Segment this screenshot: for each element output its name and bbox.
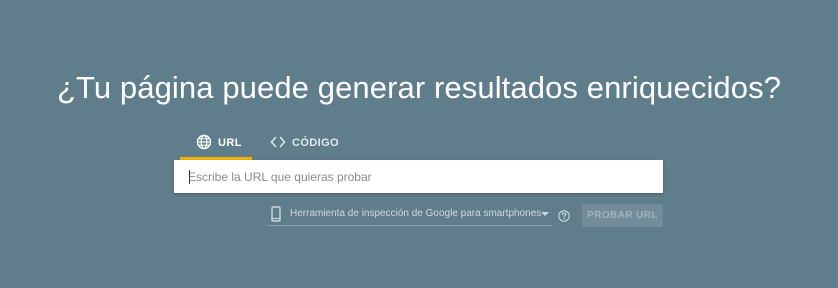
test-url-button[interactable]: PROBAR URL [582, 204, 663, 227]
globe-icon [196, 134, 212, 150]
page-title: ¿Tu página puede generar resultados enri… [56, 70, 782, 105]
url-input-container [174, 160, 663, 193]
tab-bar: URL CÓDIGO [180, 132, 339, 160]
device-select-label: Herramienta de inspección de Google para… [290, 208, 542, 219]
url-input[interactable] [188, 160, 648, 193]
device-select[interactable]: Herramienta de inspección de Google para… [267, 204, 553, 226]
smartphone-icon [271, 206, 281, 222]
tab-code-label: CÓDIGO [292, 137, 340, 149]
text-cursor [189, 170, 190, 184]
tab-url-label: URL [218, 137, 242, 149]
help-circle-icon[interactable] [558, 209, 570, 222]
tab-code[interactable]: CÓDIGO [252, 132, 339, 160]
code-icon [270, 134, 286, 150]
tab-url[interactable]: URL [180, 132, 252, 160]
chevron-down-icon [541, 212, 549, 216]
